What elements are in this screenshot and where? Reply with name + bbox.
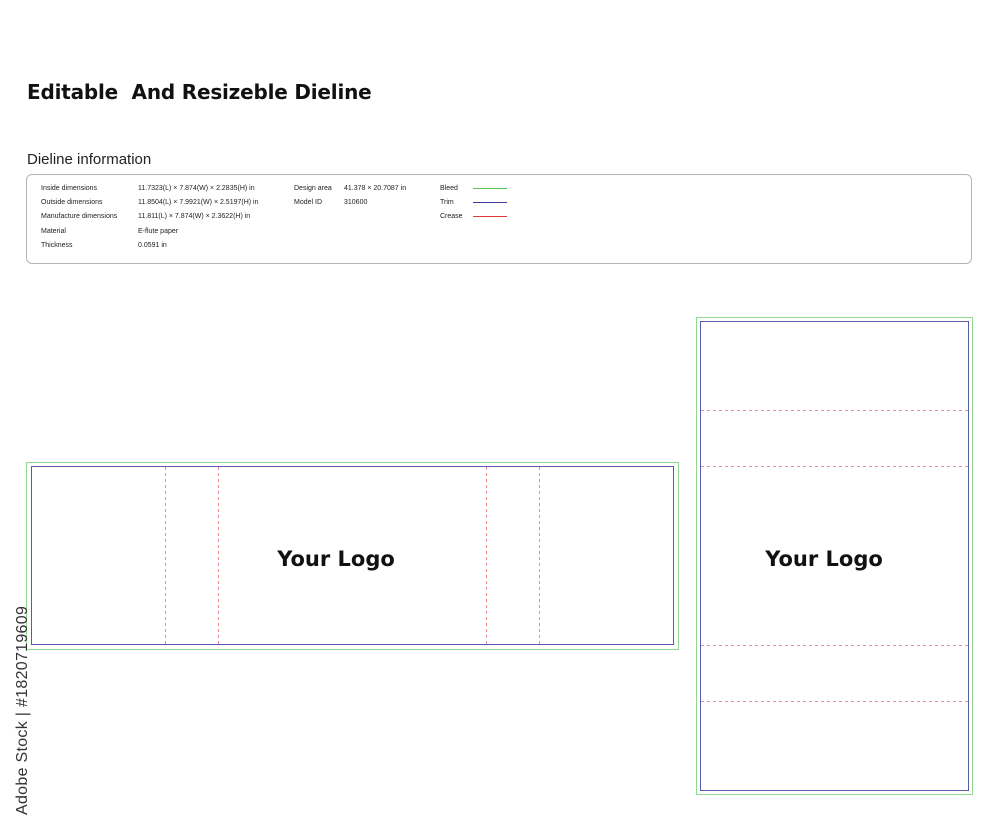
left-logo-text: Your Logo [276,547,395,571]
right-dieline: Your Logo [696,317,973,795]
dieline-drawing: Your Logo Your Logo [26,317,973,795]
stock-credit: Adobe Stock | #1820719609 [14,605,31,815]
right-logo-text: Your Logo [764,547,883,571]
left-dieline: Your Logo [26,462,679,650]
